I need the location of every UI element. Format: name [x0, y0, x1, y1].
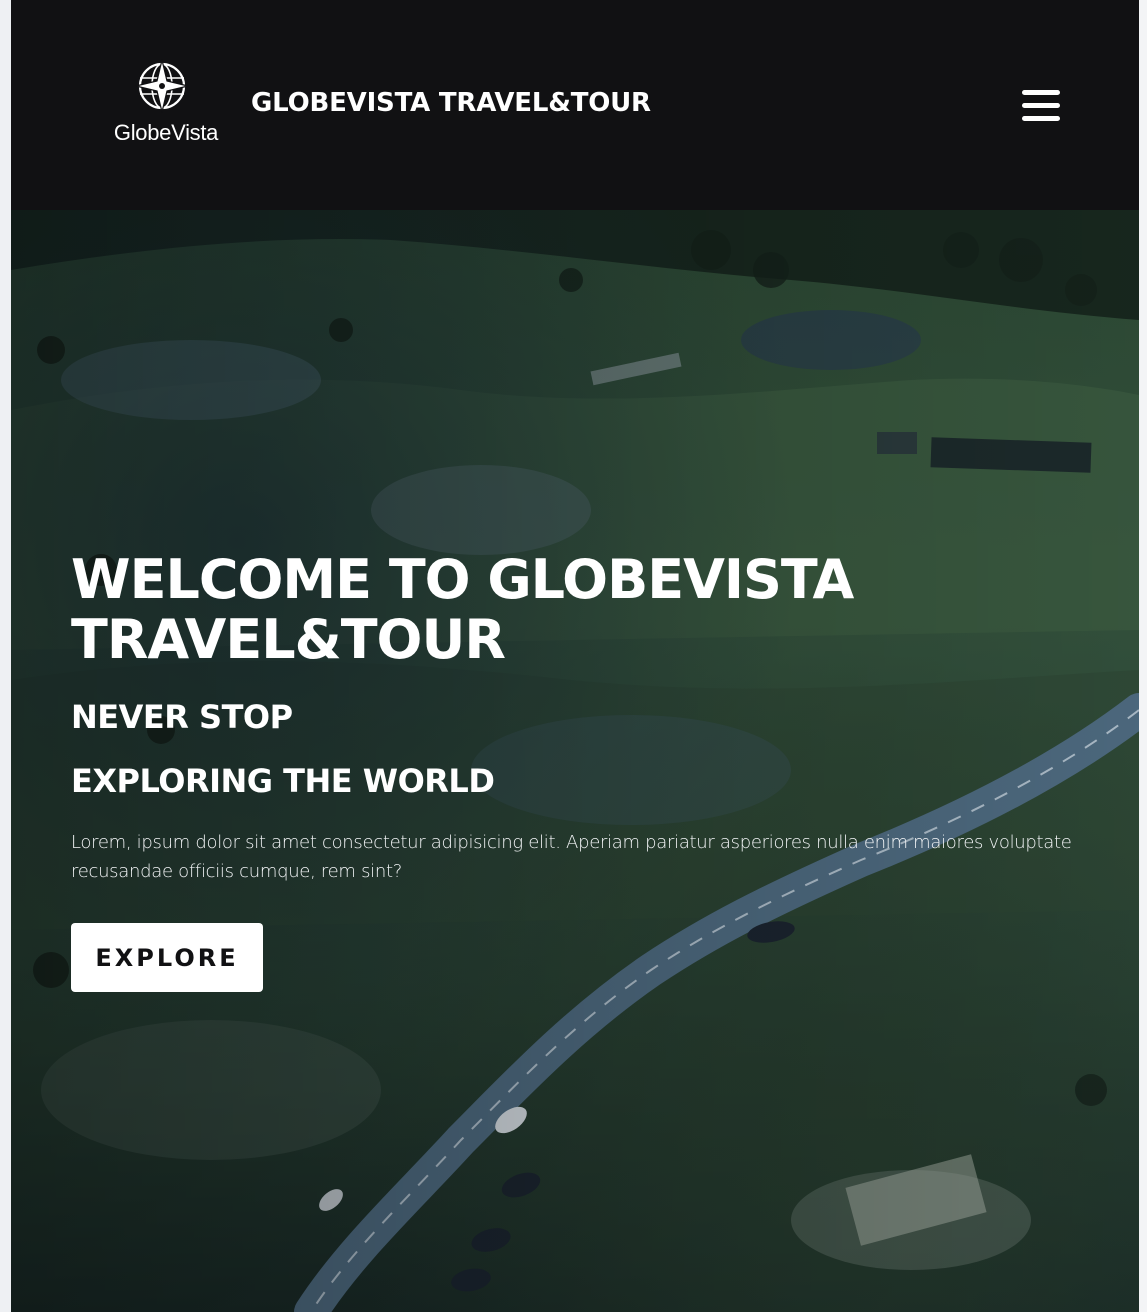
page-left-margin [0, 0, 11, 1312]
site-title: GLOBEVISTA TRAVEL&TOUR [251, 88, 651, 118]
hero-title-line1: WELCOME TO GLOBEVISTA [71, 548, 854, 611]
menu-bar [1022, 116, 1060, 121]
hamburger-menu-button[interactable] [1016, 86, 1066, 126]
hamburger-menu-icon [1022, 90, 1060, 95]
hero-subtitle-line2: EXPLORING THE WORLD [71, 762, 495, 800]
menu-bar [1022, 103, 1060, 108]
hero-title-line2: TRAVEL&TOUR [71, 608, 506, 671]
compass-globe-icon [135, 59, 189, 113]
logo-text: GlobeVista [113, 120, 219, 145]
hero-content: WELCOME TO GLOBEVISTA TRAVEL&TOUR NEVER … [71, 550, 1081, 886]
hero-title: WELCOME TO GLOBEVISTA TRAVEL&TOUR [71, 550, 1081, 670]
page: GlobeVista GLOBEVISTA TRAVEL&TOUR WELCOM… [11, 0, 1139, 1312]
hero-subtitle-line1: NEVER STOP [71, 698, 293, 736]
hero-section: WELCOME TO GLOBEVISTA TRAVEL&TOUR NEVER … [11, 210, 1139, 1312]
hero-description: Lorem, ipsum dolor sit amet consectetur … [71, 832, 1072, 882]
explore-button[interactable]: EXPLORE [71, 923, 263, 992]
top-navbar: GlobeVista GLOBEVISTA TRAVEL&TOUR [11, 0, 1139, 210]
brand-logo[interactable]: GlobeVista [101, 58, 221, 150]
